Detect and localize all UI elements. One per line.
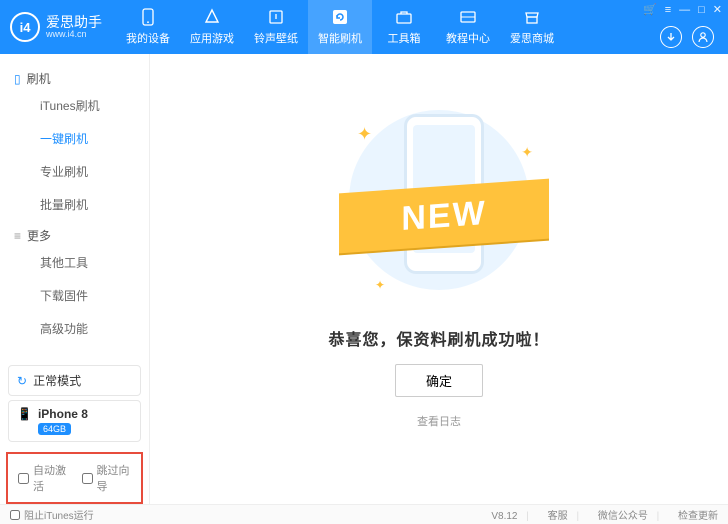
sparkle-icon: ✦ xyxy=(521,144,533,161)
sparkle-icon: ✦ xyxy=(357,124,372,145)
user-button[interactable] xyxy=(692,26,714,48)
update-link[interactable]: 检查更新 xyxy=(678,511,718,522)
refresh-icon xyxy=(330,8,350,26)
version-label: V8.12 xyxy=(491,511,517,522)
maximize-button[interactable]: □ xyxy=(698,4,705,16)
sidebar-group-flash: ▯ 刷机 xyxy=(0,64,149,89)
device-name: iPhone 8 xyxy=(38,407,88,421)
sparkle-icon: ✦ xyxy=(375,278,385,292)
main-content: ✦ ✦ ✦ NEW 恭喜您，保资料刷机成功啦！ 确定 查看日志 xyxy=(150,54,728,504)
sidebar-item-advanced[interactable]: 高级功能 xyxy=(0,312,149,345)
store-icon xyxy=(522,8,542,26)
sidebar-item-download-fw[interactable]: 下载固件 xyxy=(0,279,149,312)
block-itunes-label: 阻止iTunes运行 xyxy=(24,507,94,522)
main-nav: 我的设备 应用游戏 铃声壁纸 智能刷机 工具箱 教程中心 爱思商城 xyxy=(116,0,564,54)
menu-small-icon: ≡ xyxy=(14,229,21,243)
app-name: 爱思助手 xyxy=(46,15,102,29)
success-illustration: ✦ ✦ ✦ NEW xyxy=(319,100,559,300)
options-box: 自动激活 跳过向导 xyxy=(6,452,143,504)
cart-icon[interactable]: 🛒 xyxy=(643,3,657,16)
phone-icon xyxy=(138,8,158,26)
support-link[interactable]: 客服 xyxy=(548,511,568,522)
phone-device-icon: 📱 xyxy=(17,407,32,421)
phone-small-icon: ▯ xyxy=(14,72,21,86)
block-itunes-checkbox[interactable] xyxy=(10,510,20,520)
book-icon xyxy=(458,8,478,26)
refresh-small-icon: ↻ xyxy=(17,374,27,388)
app-header: i4 爱思助手 www.i4.cn 我的设备 应用游戏 铃声壁纸 智能刷机 工具… xyxy=(0,0,728,54)
sidebar: ▯ 刷机 iTunes刷机 一键刷机 专业刷机 批量刷机 ≡ 更多 其他工具 下… xyxy=(0,54,150,504)
nav-ringtone[interactable]: 铃声壁纸 xyxy=(244,0,308,54)
skip-wizard-checkbox[interactable]: 跳过向导 xyxy=(82,462,132,494)
status-bar: 阻止iTunes运行 V8.12 | 客服 | 微信公众号 | 检查更新 xyxy=(0,504,728,524)
nav-shop[interactable]: 爱思商城 xyxy=(500,0,564,54)
sidebar-item-pro-flash[interactable]: 专业刷机 xyxy=(0,155,149,188)
nav-toolbox[interactable]: 工具箱 xyxy=(372,0,436,54)
apps-icon xyxy=(202,8,222,26)
window-controls: 🛒 ≡ — □ ✕ xyxy=(643,3,722,16)
sidebar-item-batch-flash[interactable]: 批量刷机 xyxy=(0,188,149,221)
minimize-button[interactable]: — xyxy=(679,4,690,16)
sidebar-item-oneclick-flash[interactable]: 一键刷机 xyxy=(0,122,149,155)
header-actions xyxy=(660,26,714,48)
view-log-link[interactable]: 查看日志 xyxy=(417,413,461,429)
success-message: 恭喜您，保资料刷机成功啦！ xyxy=(328,326,549,350)
nav-tutorial[interactable]: 教程中心 xyxy=(436,0,500,54)
device-storage: 64GB xyxy=(38,423,71,435)
nav-flash[interactable]: 智能刷机 xyxy=(308,0,372,54)
sidebar-group-more: ≡ 更多 xyxy=(0,221,149,246)
device-card[interactable]: 📱 iPhone 8 64GB xyxy=(8,400,141,442)
wechat-link[interactable]: 微信公众号 xyxy=(598,511,648,522)
music-icon xyxy=(266,8,286,26)
app-url: www.i4.cn xyxy=(46,29,102,39)
mode-card[interactable]: ↻ 正常模式 xyxy=(8,365,141,396)
sidebar-item-other-tools[interactable]: 其他工具 xyxy=(0,246,149,279)
nav-apps[interactable]: 应用游戏 xyxy=(180,0,244,54)
app-logo: i4 爱思助手 www.i4.cn xyxy=(0,12,116,42)
logo-icon: i4 xyxy=(10,12,40,42)
download-button[interactable] xyxy=(660,26,682,48)
menu-icon[interactable]: ≡ xyxy=(665,4,671,16)
auto-activate-checkbox[interactable]: 自动激活 xyxy=(18,462,68,494)
toolbox-icon xyxy=(394,8,414,26)
close-button[interactable]: ✕ xyxy=(713,3,722,16)
sidebar-item-itunes-flash[interactable]: iTunes刷机 xyxy=(0,89,149,122)
ok-button[interactable]: 确定 xyxy=(395,364,483,397)
footer-right: V8.12 | 客服 | 微信公众号 | 检查更新 xyxy=(481,507,718,522)
nav-my-device[interactable]: 我的设备 xyxy=(116,0,180,54)
